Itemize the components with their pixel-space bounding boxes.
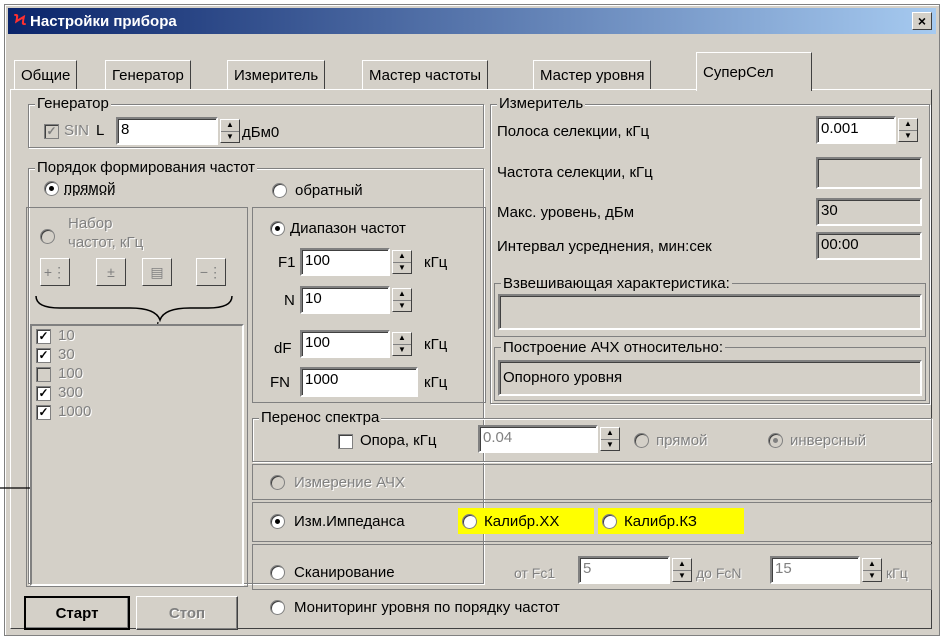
max-level-label: Макс. уровень, дБм bbox=[497, 204, 635, 221]
cal-kz-radio[interactable] bbox=[602, 514, 617, 529]
sin-label: SIN bbox=[64, 122, 90, 139]
window-title: Настройки прибора bbox=[30, 12, 177, 30]
stop-button[interactable]: Стоп bbox=[136, 596, 238, 630]
impedance-radio[interactable] bbox=[270, 514, 285, 529]
scan-to-spinner[interactable]: ▲ ▼ bbox=[862, 558, 882, 582]
scan-to-input[interactable]: 15 bbox=[770, 556, 860, 584]
monitor-label: Мониторинг уровня по порядку частот bbox=[294, 599, 560, 616]
ref-checkbox[interactable] bbox=[338, 434, 353, 449]
freq-100-label: 100 bbox=[58, 365, 84, 382]
order-direct-label: прямой bbox=[64, 180, 116, 197]
f1-label: F1 bbox=[278, 254, 296, 271]
order-reverse-label: обратный bbox=[295, 182, 363, 199]
max-level-field: 30 bbox=[816, 198, 922, 226]
impedance-label: Изм.Импеданса bbox=[294, 513, 405, 530]
generator-caption: Генератор bbox=[35, 95, 111, 113]
scan-from-spinner[interactable]: ▲ ▼ bbox=[672, 558, 692, 582]
cal-xx-label: Калибр.XX bbox=[484, 513, 560, 530]
order-direct-radio[interactable] bbox=[44, 181, 59, 196]
scan-label: Сканирование bbox=[294, 564, 395, 581]
afc-field: Опорного уровня bbox=[498, 360, 922, 396]
weight-field bbox=[498, 294, 922, 330]
insert-freq-icon[interactable]: ± bbox=[96, 258, 126, 286]
f1-spinner[interactable]: ▲ ▼ bbox=[392, 250, 412, 274]
freq-10-checkbox[interactable]: ✓ bbox=[36, 329, 51, 344]
afc-caption: Построение АЧХ относительно: bbox=[501, 339, 725, 357]
tab-meter[interactable]: Измеритель bbox=[227, 60, 326, 90]
start-button[interactable]: Старт bbox=[24, 596, 130, 630]
df-input[interactable]: 100 bbox=[300, 330, 390, 358]
ref-spinner[interactable]: ▲ ▼ bbox=[600, 427, 620, 451]
app-logo-icon: Ϟ bbox=[14, 12, 27, 29]
level-spinner[interactable]: ▲ ▼ bbox=[220, 119, 240, 143]
freq-1000-label: 1000 bbox=[58, 403, 92, 420]
freqset-label-line1: Набор bbox=[68, 215, 113, 232]
scan-from-label: от Fc1 bbox=[514, 565, 556, 581]
level-input[interactable]: 8 bbox=[116, 117, 218, 145]
fn-unit: кГц bbox=[424, 374, 448, 391]
tab-supersel[interactable]: СуперСел bbox=[696, 52, 812, 91]
freq-10-label: 10 bbox=[58, 327, 75, 344]
freq-30-label: 30 bbox=[58, 346, 75, 363]
band-input[interactable]: 0.001 bbox=[816, 116, 896, 144]
range-label: Диапазон частот bbox=[290, 220, 406, 237]
cal-kz-label: Калибр.КЗ bbox=[624, 513, 697, 530]
freqset-label-line2: частот, кГц bbox=[68, 234, 144, 251]
df-label: dF bbox=[274, 340, 292, 357]
title-bar: Ϟ Настройки прибора × bbox=[8, 8, 936, 34]
freqset-radio[interactable] bbox=[40, 229, 55, 244]
scan-unit: кГц bbox=[886, 565, 908, 581]
selection-freq-label: Частота селекции, кГц bbox=[497, 164, 653, 181]
interval-field: 00:00 bbox=[816, 232, 922, 260]
f1-input[interactable]: 100 bbox=[300, 248, 390, 276]
afc-mode-label: Измерение АЧХ bbox=[294, 474, 406, 491]
f1-unit: кГц bbox=[424, 254, 448, 271]
freq-1000-checkbox[interactable]: ✓ bbox=[36, 405, 51, 420]
scan-from-input[interactable]: 5 bbox=[578, 556, 670, 584]
monitor-radio[interactable] bbox=[270, 600, 285, 615]
n-spinner[interactable]: ▲ ▼ bbox=[392, 288, 412, 312]
weight-caption: Взвешивающая характеристика: bbox=[501, 275, 732, 293]
order-reverse-radio[interactable] bbox=[272, 183, 287, 198]
meter-caption: Измеритель bbox=[497, 95, 586, 113]
df-spinner[interactable]: ▲ ▼ bbox=[392, 332, 412, 356]
n-label: N bbox=[284, 292, 295, 309]
spectrum-inverse-label: инверсный bbox=[790, 432, 867, 449]
close-button[interactable]: × bbox=[912, 12, 932, 30]
freq-100-checkbox[interactable] bbox=[36, 367, 51, 382]
scan-radio[interactable] bbox=[270, 565, 285, 580]
scan-to-label: до FcN bbox=[696, 565, 742, 581]
ref-label: Опора, кГц bbox=[360, 432, 437, 449]
order-caption: Порядок формирования частот bbox=[35, 159, 257, 177]
afc-mode-radio[interactable] bbox=[270, 475, 285, 490]
add-freq-icon[interactable]: +⋮ bbox=[40, 258, 70, 286]
fn-input[interactable]: 1000 bbox=[300, 367, 418, 397]
remove-freq-icon[interactable]: −⋮ bbox=[196, 258, 226, 286]
fn-label: FN bbox=[270, 374, 290, 391]
copy-freq-icon[interactable]: ▤ bbox=[142, 258, 172, 286]
spectrum-caption: Перенос спектра bbox=[259, 409, 382, 427]
range-radio[interactable] bbox=[270, 221, 285, 236]
df-unit: кГц bbox=[424, 336, 448, 353]
freq-30-checkbox[interactable]: ✓ bbox=[36, 348, 51, 363]
freq-300-label: 300 bbox=[58, 384, 84, 401]
sin-checkbox[interactable]: ✓ bbox=[44, 124, 59, 139]
interval-label: Интервал усреднения, мин:сек bbox=[497, 238, 712, 255]
level-unit: дБм0 bbox=[242, 124, 280, 141]
cal-xx-radio[interactable] bbox=[462, 514, 477, 529]
tab-level-master[interactable]: Мастер уровня bbox=[533, 60, 652, 90]
n-input[interactable]: 10 bbox=[300, 286, 390, 314]
l-label: L bbox=[96, 122, 105, 139]
band-label: Полоса селекции, кГц bbox=[497, 123, 650, 140]
selection-freq-field bbox=[816, 157, 922, 189]
tab-general[interactable]: Общие bbox=[14, 60, 78, 90]
spectrum-direct-radio[interactable] bbox=[634, 433, 649, 448]
tab-generator[interactable]: Генератор bbox=[105, 60, 191, 90]
ref-input[interactable]: 0.04 bbox=[478, 425, 598, 453]
spectrum-direct-label: прямой bbox=[656, 432, 708, 449]
band-spinner[interactable]: ▲ ▼ bbox=[898, 118, 918, 142]
tab-freq-master[interactable]: Мастер частоты bbox=[362, 60, 489, 90]
spectrum-inverse-radio[interactable] bbox=[768, 433, 783, 448]
freq-300-checkbox[interactable]: ✓ bbox=[36, 386, 51, 401]
